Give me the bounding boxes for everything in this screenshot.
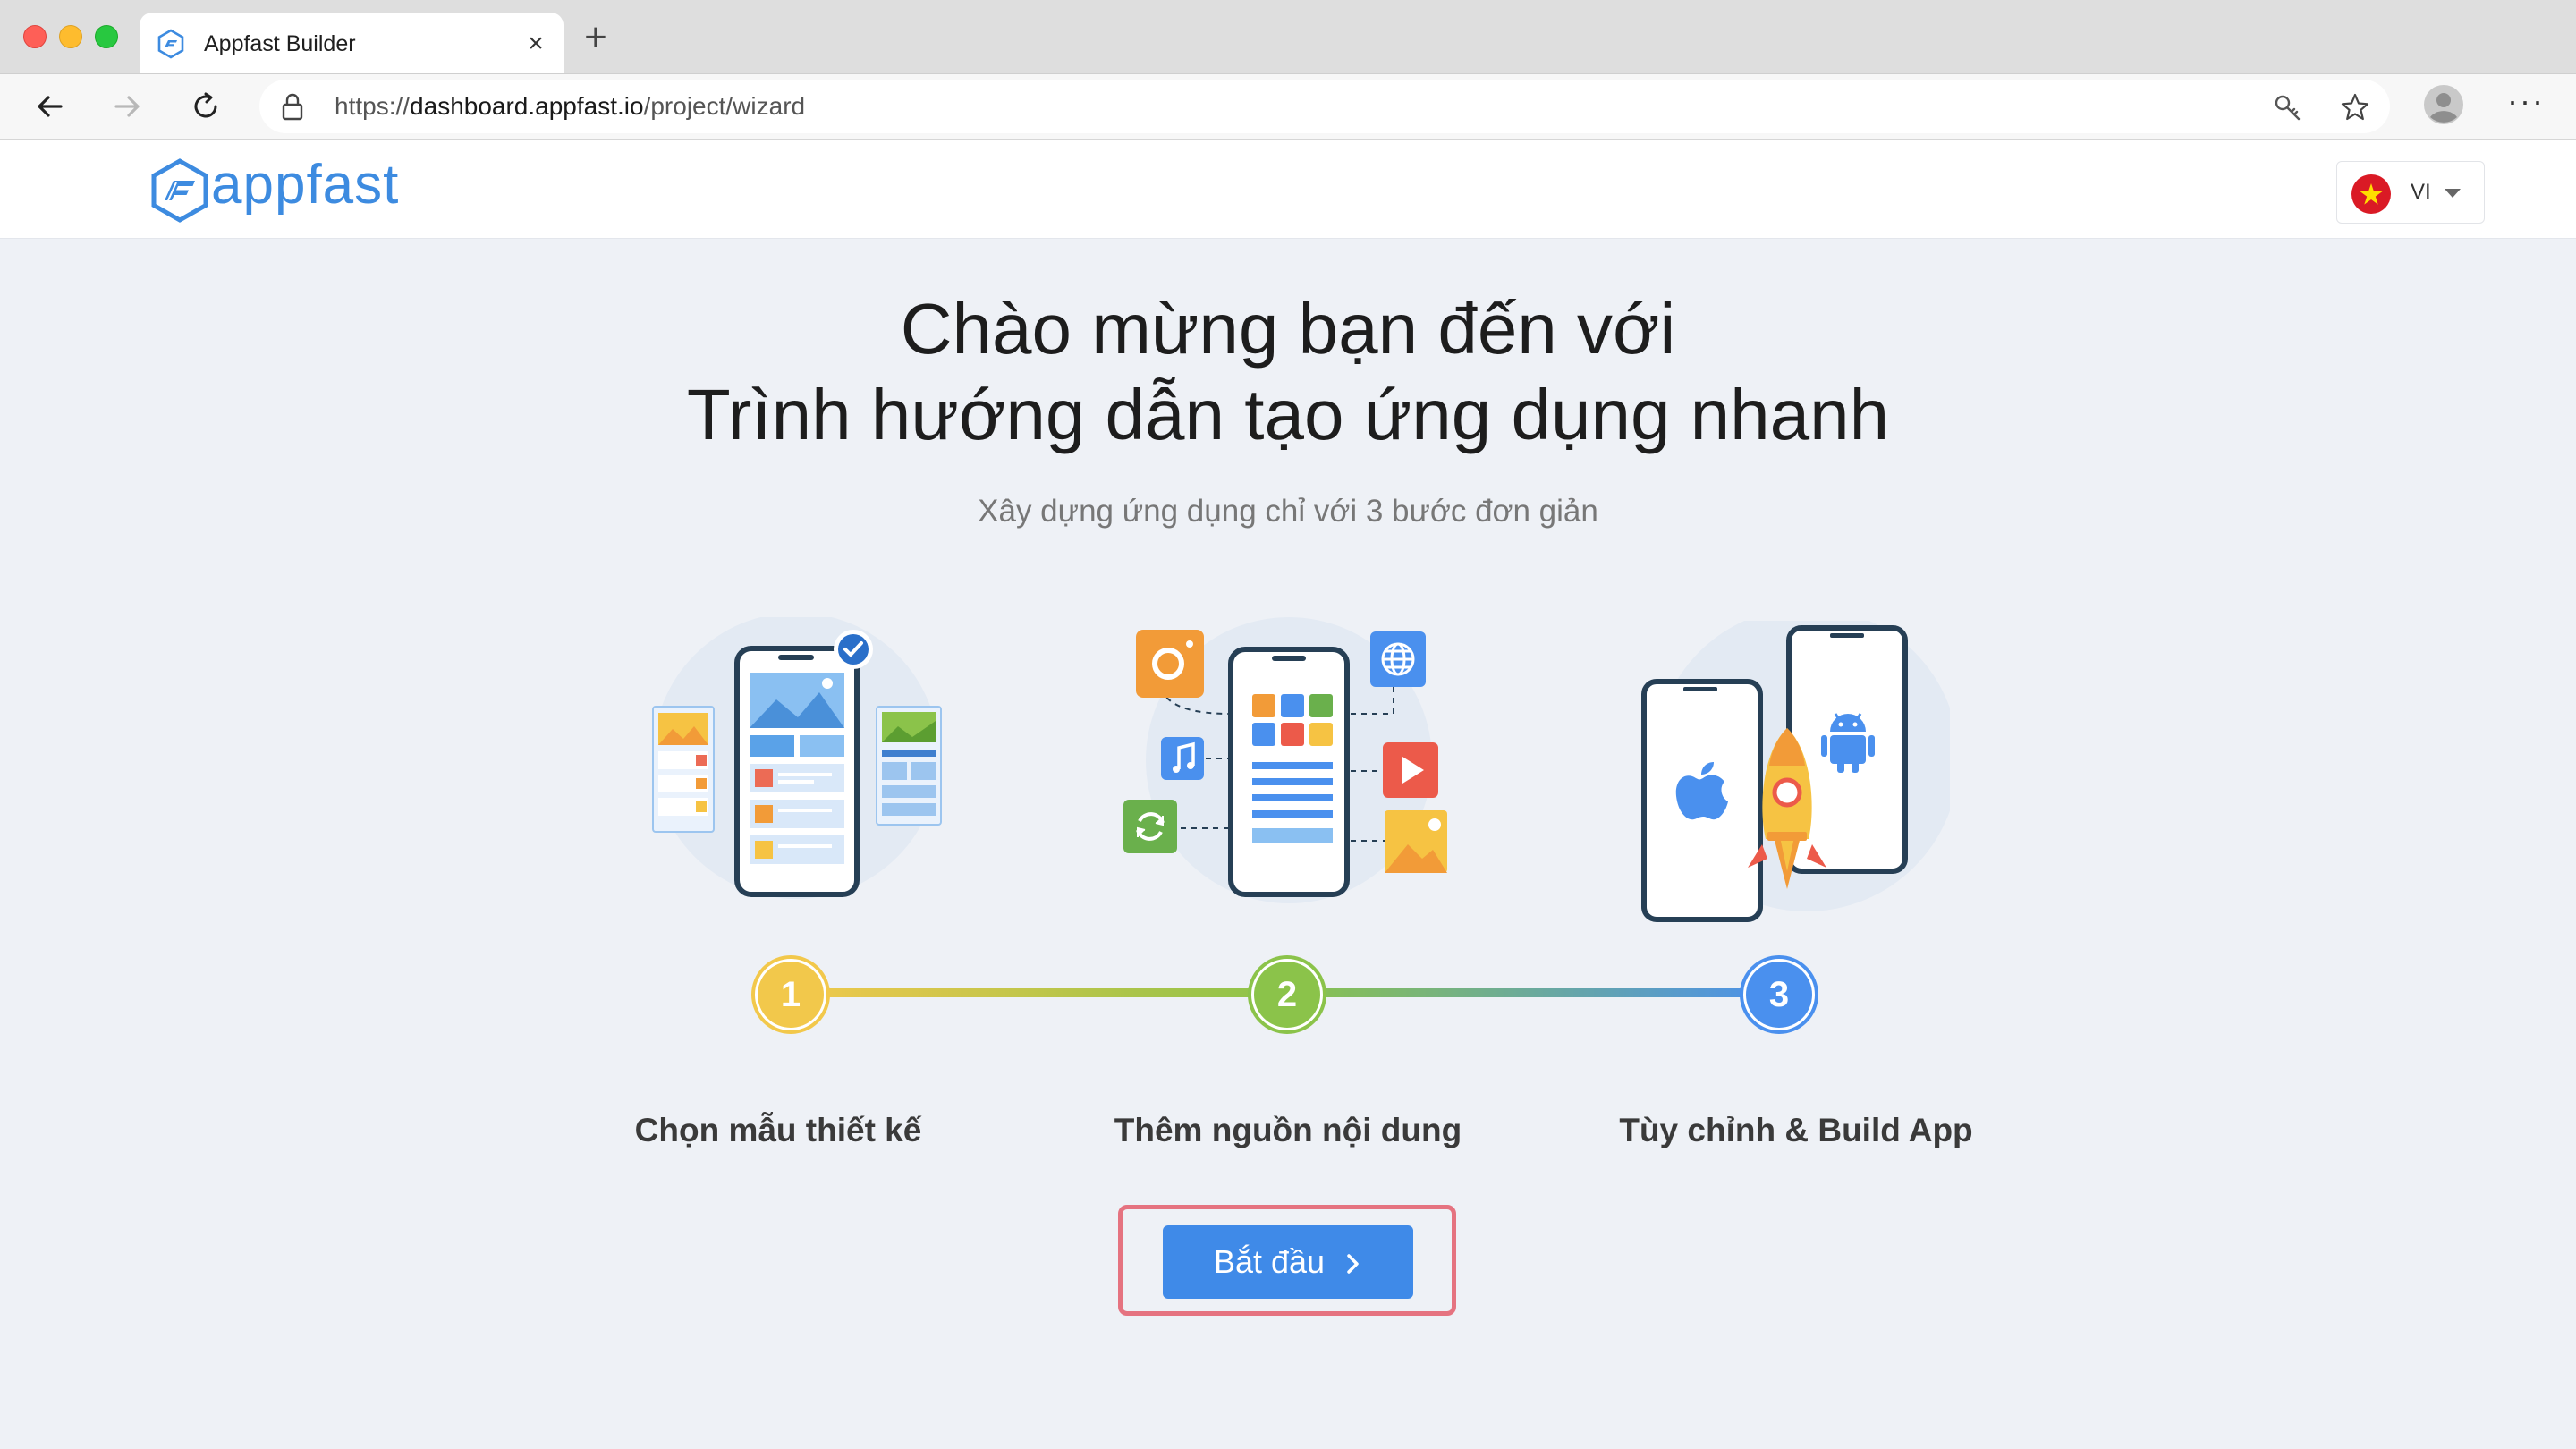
page-title-line-2: Trình hướng dẫn tạo ứng dụng nhanh xyxy=(686,375,1890,454)
step-3-label: Tùy chỉnh & Build App xyxy=(1619,1112,1973,1148)
url-path: /project/wizard xyxy=(643,92,806,120)
build-app-illustration xyxy=(1641,621,1950,922)
step-3-number: 3 xyxy=(1746,962,1812,1028)
minimize-window-button[interactable] xyxy=(59,25,82,48)
new-tab-button[interactable]: + xyxy=(578,18,614,57)
step-1-indicator: 1 xyxy=(751,955,830,1034)
back-arrow-icon[interactable] xyxy=(30,87,70,126)
caret-down-icon xyxy=(2445,189,2461,198)
appfast-favicon-icon xyxy=(157,29,184,59)
app-header: appfast VI xyxy=(0,140,2576,239)
browser-toolbar: https://dashboard.appfast.io/project/wiz… xyxy=(0,74,2576,140)
step-1-number: 1 xyxy=(758,962,824,1028)
step-3-indicator: 3 xyxy=(1740,955,1818,1034)
choose-template-illustration xyxy=(652,617,942,899)
step-2-indicator: 2 xyxy=(1248,955,1326,1034)
reload-icon[interactable] xyxy=(186,87,225,126)
tab-title: Appfast Builder xyxy=(204,31,356,56)
start-button-label: Bắt đầu xyxy=(1213,1243,1326,1280)
lock-icon xyxy=(282,93,303,121)
close-window-button[interactable] xyxy=(23,25,47,48)
step-2-number: 2 xyxy=(1254,962,1320,1028)
step-2-label: Thêm nguồn nội dung xyxy=(1114,1112,1462,1148)
profile-avatar-icon[interactable] xyxy=(2422,83,2465,126)
browser-tab-active[interactable]: Appfast Builder × xyxy=(140,13,564,73)
star-icon[interactable] xyxy=(2340,92,2370,123)
logo-text[interactable]: appfast xyxy=(211,152,399,218)
step-1-label: Chọn mẫu thiết kế xyxy=(634,1112,922,1148)
vietnam-flag-icon xyxy=(2351,174,2391,214)
browser-window: Appfast Builder × + https://dashboard.ap… xyxy=(0,0,2576,1449)
tab-bar: Appfast Builder × + xyxy=(0,0,2576,74)
add-content-illustration xyxy=(1123,617,1447,903)
key-icon[interactable] xyxy=(2272,92,2302,123)
page-title: Chào mừng bạn đến với Trình hướng dẫn tạ… xyxy=(0,286,2576,458)
language-code: VI xyxy=(2411,180,2431,204)
start-button[interactable]: Bắt đầu xyxy=(1163,1225,1413,1299)
address-bar[interactable]: https://dashboard.appfast.io/project/wiz… xyxy=(259,80,2390,133)
url-host: dashboard.appfast.io xyxy=(410,92,644,120)
page-subtitle: Xây dựng ứng dụng chỉ với 3 bước đơn giả… xyxy=(978,494,1598,529)
browser-menu-icon[interactable]: ··· xyxy=(2504,83,2547,126)
appfast-logo-icon[interactable] xyxy=(148,157,211,224)
page-title-line-1: Chào mừng bạn đến với xyxy=(900,289,1676,369)
url-scheme: https:// xyxy=(335,92,411,120)
url-text: https://dashboard.appfast.io/project/wiz… xyxy=(335,80,805,133)
chevron-right-icon xyxy=(1347,1254,1359,1274)
maximize-window-button[interactable] xyxy=(95,25,118,48)
language-selector[interactable]: VI xyxy=(2336,161,2485,224)
forward-arrow-icon[interactable] xyxy=(107,87,147,126)
tab-close-icon[interactable]: × xyxy=(521,29,551,59)
